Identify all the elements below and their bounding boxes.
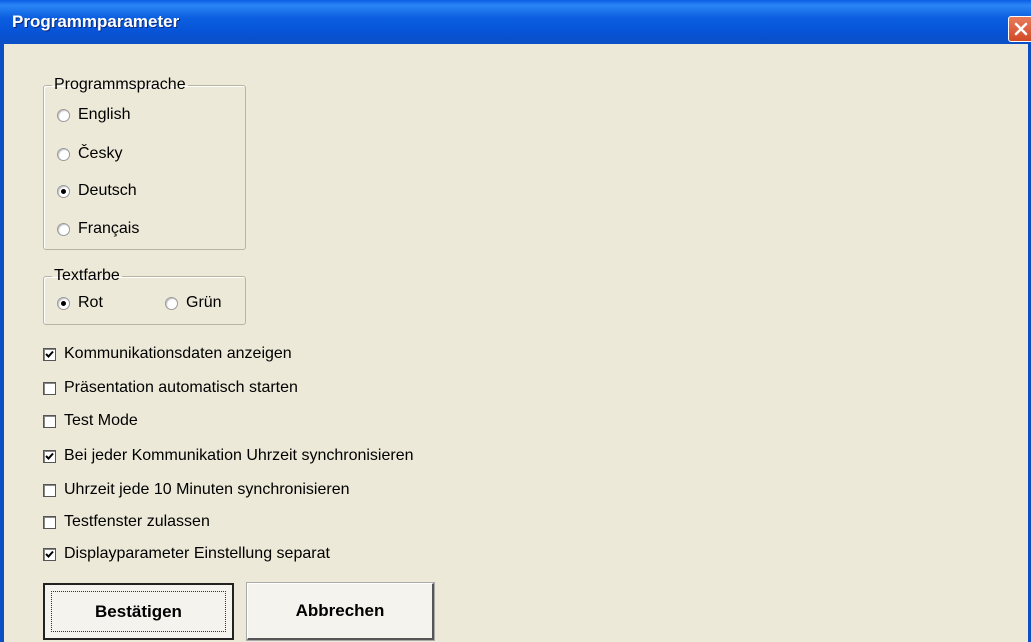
checkbox-label: Test Mode	[64, 412, 138, 429]
checkbox-checked-icon[interactable]	[43, 547, 56, 561]
checkbox-checked-icon[interactable]	[43, 347, 56, 361]
radio-label: Deutsch	[78, 182, 137, 199]
checkbox-label: Displayparameter Einstellung separat	[64, 545, 330, 562]
close-icon	[1014, 22, 1028, 36]
checkbox-displayparameter[interactable]: Displayparameter Einstellung separat	[43, 543, 330, 565]
radio-label: English	[78, 106, 131, 123]
radio-label: Grün	[186, 294, 222, 311]
radio-button-icon[interactable]	[165, 296, 178, 310]
radio-cesky[interactable]: Česky	[57, 143, 122, 165]
radio-button-selected-icon[interactable]	[57, 296, 70, 310]
title-bar[interactable]: Programmparameter	[0, 0, 1031, 44]
checkbox-label: Bei jeder Kommunikation Uhrzeit synchron…	[64, 447, 414, 464]
text-color-group-legend: Textfarbe	[54, 267, 120, 284]
radio-label: Français	[78, 220, 140, 237]
radio-button-icon[interactable]	[57, 222, 70, 236]
checkbox-uhrzeit-10min[interactable]: Uhrzeit jede 10 Minuten synchronisieren	[43, 479, 349, 501]
checkbox-kommunikationsdaten[interactable]: Kommunikationsdaten anzeigen	[43, 343, 292, 365]
focus-rect	[51, 591, 226, 632]
checkbox-praesentation[interactable]: Präsentation automatisch starten	[43, 377, 298, 399]
radio-deutsch[interactable]: Deutsch	[57, 180, 137, 202]
checkbox-label: Testfenster zulassen	[64, 513, 210, 530]
checkbox-label: Kommunikationsdaten anzeigen	[64, 345, 292, 362]
checkbox-label: Uhrzeit jede 10 Minuten synchronisieren	[64, 481, 350, 498]
dialog-window: Programmparameter Programmsprache Englis…	[0, 0, 1031, 642]
radio-english[interactable]: English	[57, 104, 130, 126]
radio-rot[interactable]: Rot	[57, 292, 103, 314]
checkbox-icon[interactable]	[43, 515, 56, 529]
radio-button-icon[interactable]	[57, 108, 70, 122]
checkbox-label: Präsentation automatisch starten	[64, 379, 298, 396]
checkbox-test-mode[interactable]: Test Mode	[43, 410, 138, 432]
checkbox-icon[interactable]	[43, 414, 56, 428]
cancel-button[interactable]: Abbrechen	[246, 582, 435, 641]
checkbox-icon[interactable]	[43, 483, 56, 497]
radio-label: Česky	[78, 145, 123, 162]
radio-label: Rot	[78, 294, 103, 311]
radio-francais[interactable]: Français	[57, 218, 139, 240]
checkbox-icon[interactable]	[43, 381, 56, 395]
close-button[interactable]	[1008, 16, 1031, 42]
window-frame-left	[0, 44, 4, 642]
window-title: Programmparameter	[12, 12, 180, 31]
language-group-legend: Programmsprache	[54, 76, 186, 93]
radio-button-icon[interactable]	[57, 147, 70, 161]
cancel-button-label: Abbrechen	[295, 601, 385, 620]
radio-gruen[interactable]: Grün	[165, 292, 222, 314]
confirm-button[interactable]: Bestätigen	[43, 583, 234, 640]
checkbox-testfenster[interactable]: Testfenster zulassen	[43, 511, 210, 533]
checkbox-uhrzeit-kommunikation[interactable]: Bei jeder Kommunikation Uhrzeit synchron…	[43, 445, 414, 467]
radio-button-selected-icon[interactable]	[57, 184, 70, 198]
checkbox-checked-icon[interactable]	[43, 449, 56, 463]
